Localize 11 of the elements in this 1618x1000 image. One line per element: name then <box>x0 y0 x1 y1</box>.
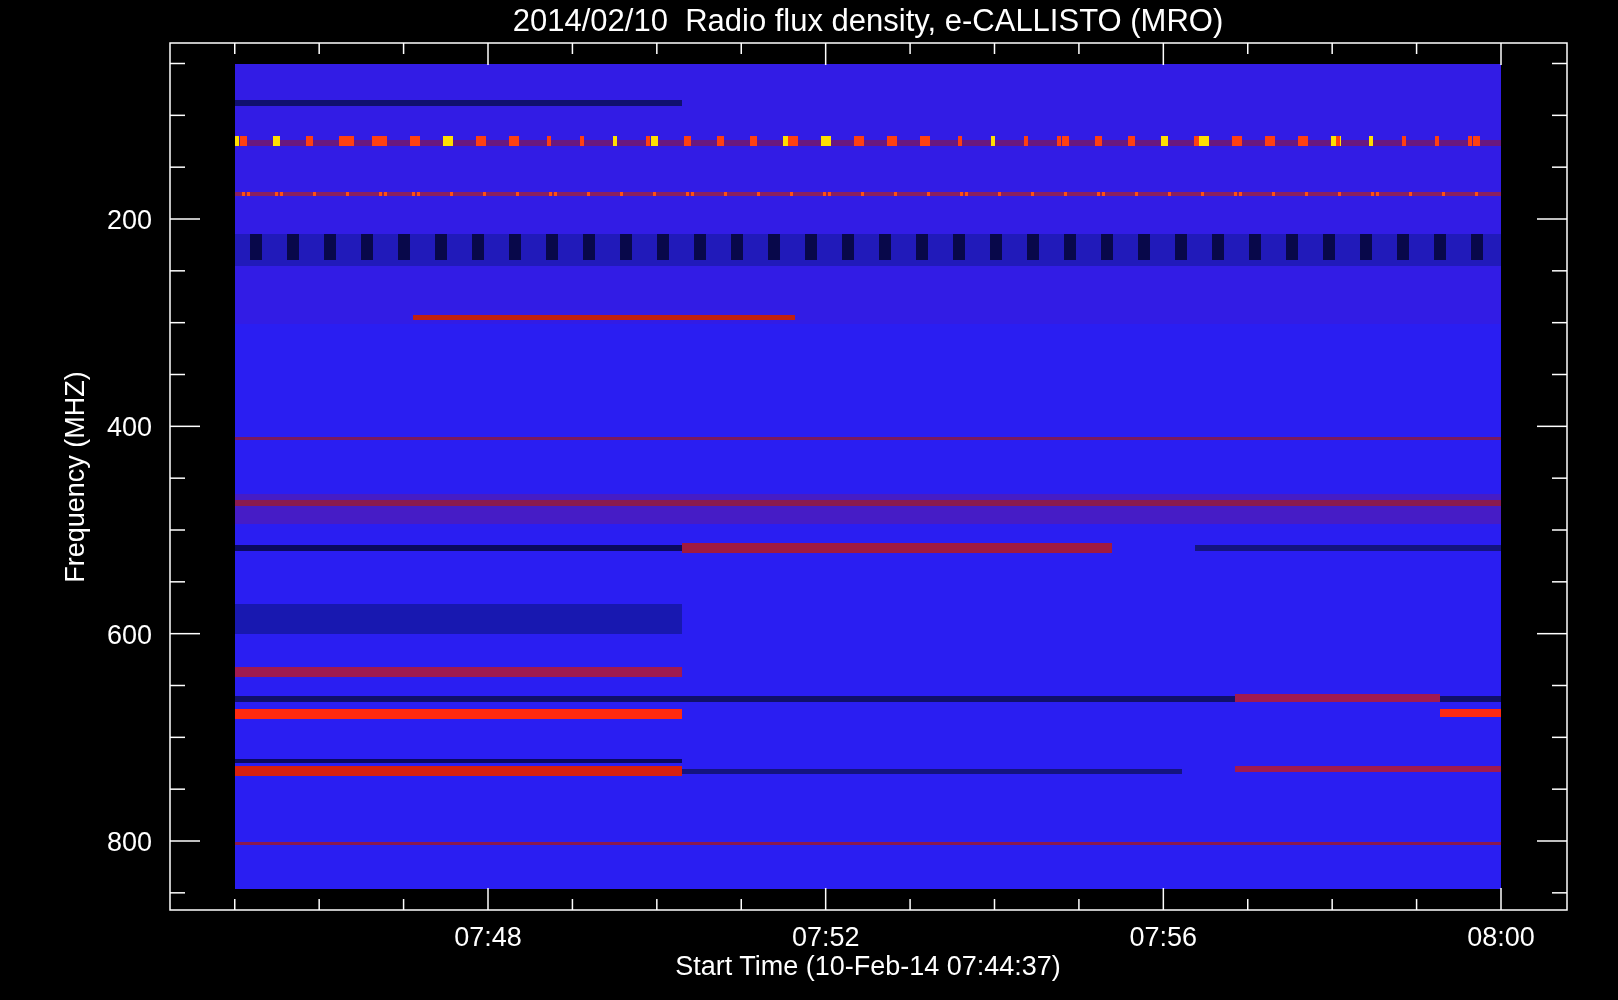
x-tick-label: 07:52 <box>791 922 860 952</box>
x-tick-label: 08:00 <box>1467 922 1535 952</box>
x-axis-title: Start Time (10-Feb-14 07:44:37) <box>675 951 1061 981</box>
y-axis-title: Frequency (MHZ) <box>60 371 90 583</box>
x-tick-label: 07:48 <box>454 922 522 952</box>
y-tick-label: 200 <box>106 205 152 235</box>
chart-title: 2014/02/10 Radio flux density, e-CALLISTO (MRO) <box>512 3 1224 38</box>
y-tick-label: 600 <box>106 619 152 650</box>
y-tick-label: 400 <box>106 412 152 443</box>
y-tick-label: 800 <box>106 827 152 857</box>
x-tick-label: 07:56 <box>1129 922 1198 952</box>
